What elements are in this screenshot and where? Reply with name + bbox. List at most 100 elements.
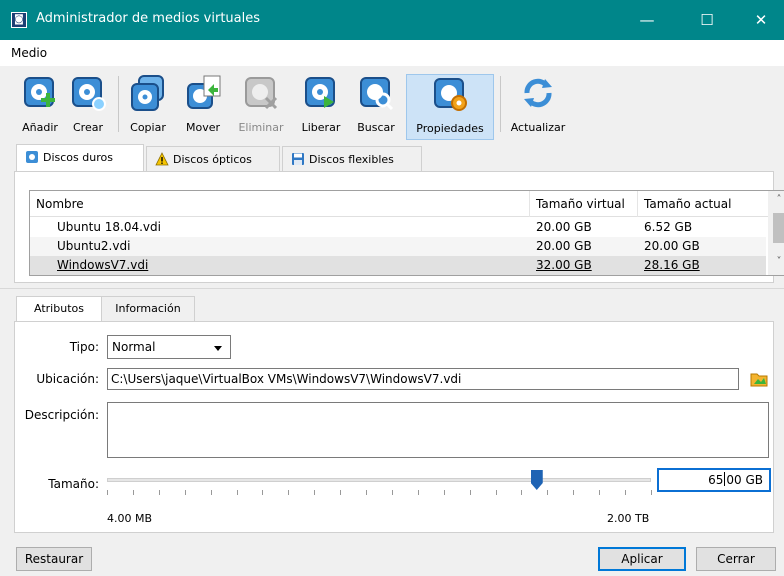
slider-tick (107, 490, 108, 495)
media-list-panel: Nombre ^ Tamaño virtual Tamaño actual Ub… (14, 171, 784, 283)
release-disk-icon (305, 77, 335, 108)
create-disk-icon (72, 77, 106, 111)
slider-tick (314, 490, 316, 495)
slider-tick (210, 490, 212, 495)
attributes-panel: Tipo: Normal Ubicación: C:\Users\jaque\V… (14, 321, 774, 533)
row-virtual-size: 32.00 GB (536, 258, 592, 272)
maximize-button[interactable]: ☐ (684, 0, 730, 40)
copy-button[interactable]: Copiar (124, 74, 172, 140)
add-button[interactable]: Añadir (16, 74, 64, 140)
create-label: Crear (73, 121, 103, 134)
hard-disk-icon (26, 151, 38, 163)
slider-tick (184, 490, 186, 495)
toolbar-separator (500, 76, 501, 132)
refresh-label: Actualizar (510, 121, 566, 134)
release-label: Liberar (301, 121, 341, 134)
media-table[interactable]: Nombre ^ Tamaño virtual Tamaño actual Ub… (29, 190, 784, 276)
copy-disk-icon (131, 75, 164, 111)
tab-information-label: Información (115, 302, 181, 315)
warning-icon (155, 152, 169, 166)
description-textarea[interactable] (107, 402, 769, 458)
refresh-button[interactable]: Actualizar (506, 74, 570, 140)
move-button[interactable]: Mover (178, 74, 228, 140)
table-row[interactable]: Ubuntu 18.04.vdi 20.00 GB 6.52 GB (30, 218, 766, 237)
row-name: Ubuntu2.vdi (57, 239, 131, 253)
row-actual-size: 28.16 GB (644, 258, 700, 272)
search-disk-icon (360, 77, 394, 111)
table-row-selected[interactable]: WindowsV7.vdi 32.00 GB 28.16 GB (30, 256, 766, 275)
tab-optical-disks[interactable]: Discos ópticos (146, 146, 280, 174)
properties-disk-icon (434, 78, 467, 111)
location-field[interactable]: C:\Users\jaque\VirtualBox VMs\WindowsV7\… (107, 368, 739, 390)
menu-medio[interactable]: Medio (11, 46, 47, 60)
close-window-button[interactable]: ✕ (738, 0, 784, 40)
row-virtual-size: 20.00 GB (536, 220, 592, 234)
column-header-virtual-size[interactable]: Tamaño virtual (530, 191, 638, 217)
slider-tick (262, 490, 264, 495)
slider-tick (443, 490, 445, 495)
window-title: Administrador de medios virtuales (36, 11, 261, 26)
apply-button[interactable]: Aplicar (598, 547, 686, 571)
scroll-up-icon[interactable]: ˄ (768, 191, 784, 209)
description-label: Descripción: (24, 408, 99, 422)
size-max-label: 2.00 TB (607, 512, 650, 525)
table-row[interactable]: Ubuntu2.vdi 20.00 GB 20.00 GB (30, 237, 766, 256)
row-actual-size: 6.52 GB (644, 220, 693, 234)
scrollbar-thumb[interactable] (773, 213, 784, 243)
slider-tick (391, 490, 393, 495)
type-value: Normal (112, 340, 156, 354)
tab-attributes-label: Atributos (34, 302, 84, 315)
type-combobox[interactable]: Normal (107, 335, 231, 359)
reset-button[interactable]: Restaurar (16, 547, 92, 571)
slider-tick (158, 490, 160, 495)
size-min-label: 4.00 MB (107, 512, 153, 525)
add-disk-icon (24, 77, 55, 107)
tab-floppy-disks[interactable]: Discos flexibles (282, 146, 422, 174)
toolbar: Añadir Crear Copiar Mover Eliminar Liber… (0, 66, 784, 142)
slider-tick (288, 490, 290, 495)
tab-attributes[interactable]: Atributos (16, 296, 102, 322)
splitter[interactable] (0, 288, 784, 289)
tab-hard-disks-label: Discos duros (43, 151, 113, 164)
close-button[interactable]: Cerrar (696, 547, 776, 571)
size-value-a: 65 (708, 473, 724, 487)
minimize-button[interactable]: — (624, 0, 670, 40)
release-button[interactable]: Liberar (296, 74, 346, 140)
properties-label: Propiedades (416, 122, 484, 135)
size-slider-track[interactable] (107, 478, 651, 482)
slider-tick (340, 490, 342, 495)
slider-tick (417, 490, 419, 495)
title-bar: ◙ Administrador de medios virtuales — ☐ … (0, 0, 784, 40)
scroll-down-icon[interactable]: ˅ (768, 253, 784, 271)
tab-floppy-disks-label: Discos flexibles (309, 153, 394, 166)
slider-tick (521, 490, 523, 495)
slider-tick (236, 490, 238, 495)
floppy-disk-icon (292, 153, 304, 165)
size-input[interactable]: 65 00 GB (657, 468, 771, 492)
column-actual-size-label: Tamaño actual (644, 197, 732, 211)
create-button[interactable]: Crear (66, 74, 110, 140)
slider-tick (573, 490, 575, 495)
properties-button[interactable]: Propiedades (406, 74, 494, 140)
type-label: Tipo: (69, 340, 99, 354)
slider-tick (469, 490, 471, 495)
remove-disk-icon (245, 77, 278, 110)
table-vertical-scrollbar[interactable]: ˄ ˅ (768, 191, 784, 275)
slider-tick (366, 490, 368, 495)
tab-hard-disks[interactable]: Discos duros (16, 144, 144, 174)
remove-button[interactable]: Eliminar (234, 74, 288, 140)
folder-icon[interactable] (749, 369, 769, 389)
search-button[interactable]: Buscar (352, 74, 400, 140)
size-value-b: 00 GB (726, 473, 763, 487)
row-virtual-size: 20.00 GB (536, 239, 592, 253)
menu-bar: Medio (0, 40, 784, 66)
size-label: Tamaño: (48, 477, 99, 491)
size-slider-handle[interactable] (530, 470, 543, 490)
column-name-label: Nombre (36, 197, 84, 211)
column-header-actual-size[interactable]: Tamaño actual (638, 191, 768, 217)
tab-information[interactable]: Información (101, 296, 195, 322)
row-actual-size: 20.00 GB (644, 239, 700, 253)
table-header: Nombre ^ Tamaño virtual Tamaño actual (30, 191, 784, 217)
chevron-down-icon (214, 346, 222, 351)
move-label: Mover (185, 121, 221, 134)
